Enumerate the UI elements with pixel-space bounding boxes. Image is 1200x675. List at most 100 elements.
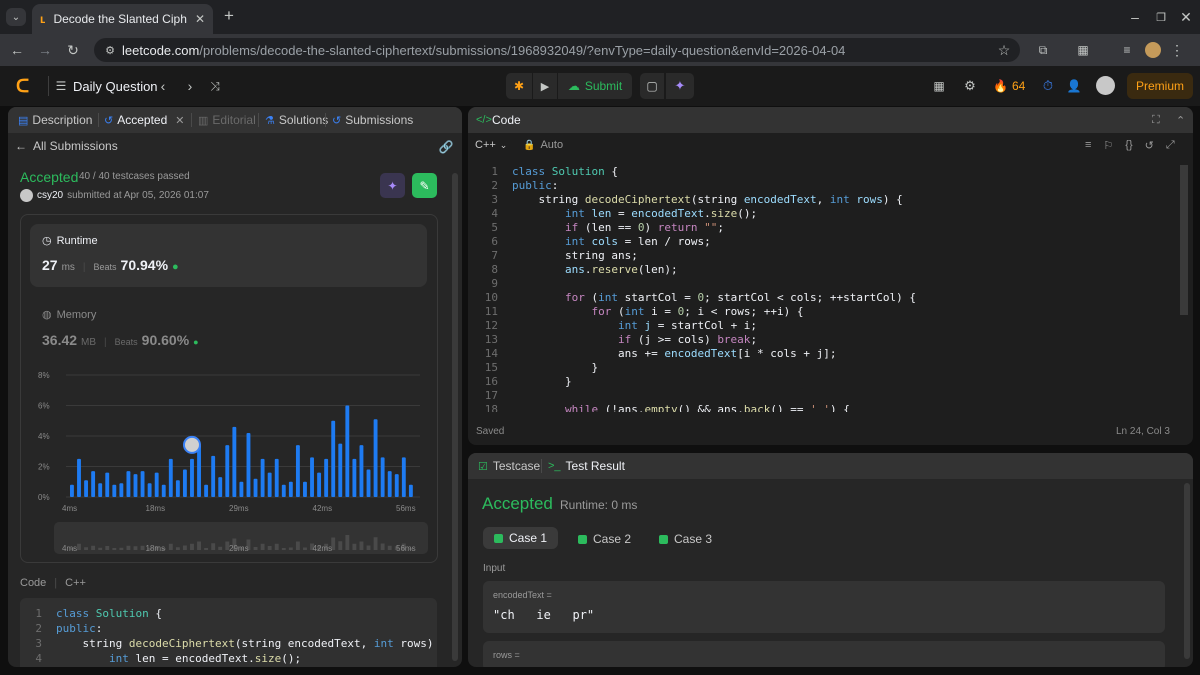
tab-description[interactable]: ▤ Description <box>18 113 92 127</box>
runtime-bar <box>260 458 265 497</box>
timer-icon[interactable]: ⏱ <box>1038 76 1058 96</box>
forward-icon[interactable]: → <box>36 41 54 59</box>
braces-icon[interactable]: {} <box>1125 139 1132 152</box>
code-line: 9 <box>491 277 498 290</box>
user-avatar[interactable] <box>1096 76 1115 95</box>
runtime-bar <box>246 432 251 497</box>
back-icon[interactable]: ← <box>8 41 26 59</box>
editor-scrollbar[interactable] <box>1180 165 1188 315</box>
runtime-bar <box>408 484 413 497</box>
collapse-panel-icon[interactable]: ⌃ <box>1176 114 1185 127</box>
left-scrollbar[interactable] <box>452 173 458 661</box>
cloud-upload-icon: ☁ <box>567 79 580 93</box>
browser-menu-icon[interactable]: ⋮ <box>1168 41 1186 59</box>
daily-question-link[interactable]: Daily Question <box>73 79 158 94</box>
tab-test-result[interactable]: >_ Test Result <box>548 459 625 473</box>
site-info-icon[interactable]: ⚙ <box>102 42 118 58</box>
submitted-code[interactable]: 1 class Solution { 2 public: 3 string deco… <box>20 598 437 667</box>
tab-accepted-label: Accepted <box>117 113 168 127</box>
submit-button[interactable]: ☁ Submit <box>558 73 632 99</box>
submitted-time: submitted at Apr 05, 2026 01:07 <box>67 190 209 201</box>
close-window-icon[interactable]: ✕ <box>1177 8 1195 26</box>
bookmark-star-icon[interactable]: ☆ <box>996 42 1012 58</box>
runtime-bar <box>267 472 272 497</box>
tab-accepted[interactable]: ↺ Accepted ✕ <box>104 113 184 127</box>
auto-mode[interactable]: 🔒 Auto <box>523 139 563 151</box>
add-friend-icon[interactable]: 👤 <box>1065 77 1083 95</box>
range-bar <box>260 543 265 550</box>
maximize-panel-icon[interactable]: ⛶ <box>1152 114 1160 127</box>
all-submissions-link[interactable]: ← All Submissions <box>15 139 118 153</box>
premium-button[interactable]: Premium <box>1127 73 1193 99</box>
runtime-bar <box>324 458 329 497</box>
result-scrollbar[interactable] <box>1184 483 1190 659</box>
y-tick-label: 4% <box>38 432 50 441</box>
submitter-avatar[interactable] <box>20 189 33 202</box>
ai-assist-icon[interactable]: ✦ <box>666 73 694 99</box>
code-line: 15 } <box>484 361 599 374</box>
debug-icon[interactable]: ✱ <box>506 73 532 99</box>
runtime-bar <box>140 471 145 497</box>
tab-search-icon[interactable]: ⌄ <box>6 8 26 26</box>
case-1-tab[interactable]: Case 1 <box>483 527 558 549</box>
submitter-name[interactable]: csy20 <box>37 190 63 201</box>
share-link-icon[interactable]: 🔗 <box>438 139 454 155</box>
runtime-distribution-chart[interactable]: 8% 6% 4% 2% 0% 4ms 18ms 29ms 42ms 56ms 4ms 18ms 29ms… <box>30 365 428 555</box>
runtime-card[interactable]: ◷ Runtime 27 ms | Beats 70.94% ● <box>30 224 427 287</box>
next-problem-icon[interactable]: › <box>183 78 197 94</box>
code-area[interactable]: 1 class Solution { 2 public: 3 string deco… <box>468 165 1186 412</box>
new-tab-icon[interactable]: + <box>220 6 238 25</box>
submitter-row: csy20 submitted at Apr 05, 2026 01:07 <box>20 189 209 202</box>
url-host: leetcode.com <box>122 42 200 58</box>
analyze-ai-icon[interactable]: ✦ <box>380 173 405 198</box>
note-icon[interactable]: ▢ <box>640 73 664 99</box>
layout-icon[interactable]: ▦ <box>931 78 947 94</box>
tab-editorial-label: Editorial <box>212 113 256 127</box>
run-icon[interactable]: ▶ <box>533 73 557 99</box>
reset-icon[interactable]: ↺ <box>1145 139 1154 152</box>
cursor-position: Ln 24, Col 3 <box>1116 426 1170 437</box>
bookmark-icon[interactable]: ⚐ <box>1103 139 1113 152</box>
reload-icon[interactable]: ↻ <box>64 41 82 59</box>
problem-list-icon[interactable]: ☰ <box>54 78 68 94</box>
browser-tab[interactable]: ʟ Decode the Slanted Ciphe ✕ <box>32 4 213 34</box>
runtime-value: 27 <box>42 257 58 273</box>
prev-problem-icon[interactable]: ‹ <box>156 78 170 94</box>
url-bar[interactable]: ⚙ leetcode.com/problems/decode-the-slant… <box>94 38 1020 62</box>
tab-editorial[interactable]: ▥ Editorial <box>198 113 256 127</box>
description-icon: ▤ <box>18 114 29 127</box>
your-submission-marker[interactable] <box>182 435 201 454</box>
range-bar <box>359 541 364 550</box>
maximize-icon[interactable]: ❐ <box>1152 8 1170 26</box>
range-bar <box>267 546 272 550</box>
minimize-icon[interactable]: – <box>1126 8 1144 26</box>
fullscreen-icon[interactable]: ⤢ <box>1166 139 1175 152</box>
code-line: 7 string ans; <box>491 249 638 262</box>
tab-testcase[interactable]: ☑ Testcase <box>478 459 540 473</box>
tab-close-icon[interactable]: ✕ <box>175 114 184 127</box>
range-tick-label: 18ms <box>146 544 166 553</box>
case-2-tab[interactable]: Case 2 <box>578 532 631 546</box>
streak-counter[interactable]: 🔥 64 <box>993 79 1025 93</box>
language-selector[interactable]: C++ ⌄ <box>475 139 507 151</box>
tab-submissions[interactable]: ↺ Submissions <box>332 113 413 127</box>
memory-header[interactable]: ◍ Memory <box>42 308 96 322</box>
runtime-bar <box>225 445 230 497</box>
y-tick-label: 0% <box>38 493 50 502</box>
tab-close-icon[interactable]: ✕ <box>195 12 205 26</box>
range-bar <box>77 543 81 550</box>
settings-gear-icon[interactable]: ⚙ <box>962 78 978 94</box>
tab-solutions[interactable]: ⚗ Solutions <box>265 113 328 127</box>
case-3-tab[interactable]: Case 3 <box>659 532 712 546</box>
submissions-icon: ↺ <box>332 114 342 127</box>
shuffle-icon[interactable]: ⤨ <box>207 78 223 94</box>
media-icon[interactable]: ≡ <box>1118 41 1136 59</box>
extensions-icon[interactable]: ⧉ <box>1034 41 1052 59</box>
edit-solution-icon[interactable]: ✎ <box>412 173 437 198</box>
check-icon <box>659 534 668 544</box>
sidepanel-icon[interactable]: ▦ <box>1074 41 1092 59</box>
format-icon[interactable]: ≡ <box>1085 139 1091 152</box>
runtime-beats: 70.94% <box>120 257 169 273</box>
profile-avatar-icon[interactable] <box>1145 42 1161 58</box>
leetcode-logo-icon[interactable]: ᑕ <box>16 76 34 96</box>
